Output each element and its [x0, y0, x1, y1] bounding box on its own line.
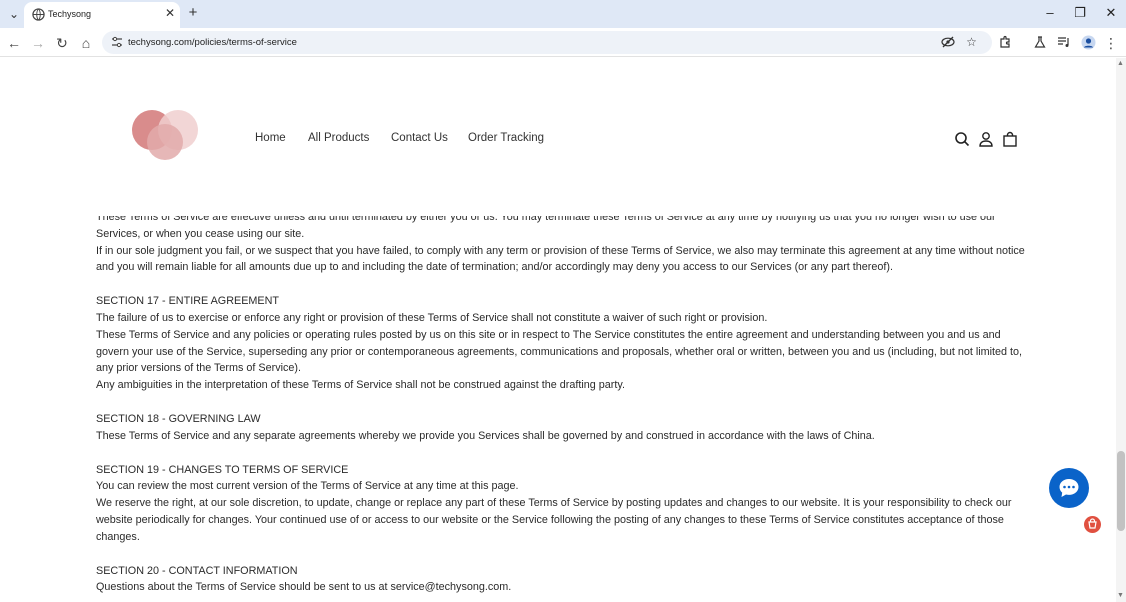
star-icon[interactable]: ☆	[964, 35, 979, 50]
account-icon[interactable]	[978, 131, 994, 147]
cart-icon[interactable]	[1002, 131, 1018, 147]
eye-off-icon[interactable]	[940, 35, 955, 50]
globe-icon	[32, 8, 45, 21]
paragraph: Any ambiguities in the interpretation of…	[96, 379, 625, 392]
paragraph: You can review the most current version …	[96, 480, 519, 493]
paragraph: Questions about the Terms of Service sho…	[96, 581, 512, 594]
url-text[interactable]: techysong.com/policies/terms-of-service	[128, 37, 297, 48]
profile-icon[interactable]	[1080, 35, 1096, 51]
search-icon[interactable]	[954, 131, 970, 147]
browser-tab-strip: ⌄ Techysong ✕ + – ❐ ✕	[0, 0, 1126, 28]
plus-icon[interactable]: +	[186, 5, 200, 20]
window-close-icon[interactable]: ✕	[1103, 6, 1119, 20]
logo-heart[interactable]	[130, 108, 202, 166]
scroll-up-icon[interactable]: ▲	[1117, 60, 1124, 67]
back-icon[interactable]: ←	[6, 35, 22, 51]
extensions-icon[interactable]	[997, 35, 1013, 51]
scroll-down-icon[interactable]: ▼	[1117, 592, 1124, 599]
restore-icon[interactable]: ❐	[1072, 6, 1088, 20]
paragraph: The failure of us to exercise or enforce…	[96, 311, 768, 324]
lab-icon[interactable]	[1032, 35, 1048, 51]
paragraph: These Terms of Service and any policies …	[96, 328, 1023, 375]
paragraph: If in our sole judgment you fail, or we …	[96, 244, 1025, 274]
paragraph: Services, or when you cease using our si…	[96, 227, 305, 240]
chat-button[interactable]	[1049, 468, 1089, 508]
browser-tab[interactable]: Techysong ✕	[24, 2, 180, 28]
nav-contact-us[interactable]: Contact Us	[391, 132, 448, 144]
nav-order-tracking[interactable]: Order Tracking	[468, 132, 544, 144]
section-heading: SECTION 20 - CONTACT INFORMATION	[96, 564, 298, 577]
site-settings-icon[interactable]	[110, 35, 124, 49]
reload-icon[interactable]: ↻	[54, 35, 70, 51]
section-heading: SECTION 17 - ENTIRE AGREEMENT	[96, 295, 279, 308]
paragraph: These Terms of Service and any separate …	[96, 429, 875, 442]
section-heading: SECTION 19 - CHANGES TO TERMS OF SERVICE	[96, 463, 349, 476]
media-icon[interactable]	[1056, 35, 1072, 51]
web-page: Home All Products Contact Us Order Track…	[0, 58, 1116, 602]
section-heading: SECTION 18 - GOVERNING LAW	[96, 412, 261, 425]
site-header: Home All Products Contact Us Order Track…	[0, 58, 1116, 216]
floating-badge-icon[interactable]	[1084, 516, 1101, 533]
minimize-icon[interactable]: –	[1042, 6, 1058, 20]
page-scrollbar[interactable]: ▲ ▼	[1116, 58, 1126, 602]
menu-icon[interactable]: ⋮	[1103, 35, 1119, 51]
nav-home[interactable]: Home	[255, 132, 286, 144]
close-icon[interactable]: ✕	[164, 7, 176, 19]
tab-title: Techysong	[48, 9, 92, 19]
terms-content: These Terms of Service are effective unl…	[96, 209, 1026, 596]
address-bar[interactable]: techysong.com/policies/terms-of-service …	[102, 31, 992, 54]
forward-icon[interactable]: →	[30, 35, 46, 51]
chat-bubble-icon	[1059, 479, 1079, 497]
tab-search-dropdown-icon[interactable]: ⌄	[6, 7, 22, 21]
browser-toolbar: ← → ↻ ⌂ techysong.com/policies/terms-of-…	[0, 28, 1126, 57]
nav-all-products[interactable]: All Products	[308, 132, 369, 144]
paragraph: We reserve the right, at our sole discre…	[96, 497, 1012, 543]
home-icon[interactable]: ⌂	[78, 35, 94, 51]
scrollbar-thumb[interactable]	[1117, 451, 1125, 531]
